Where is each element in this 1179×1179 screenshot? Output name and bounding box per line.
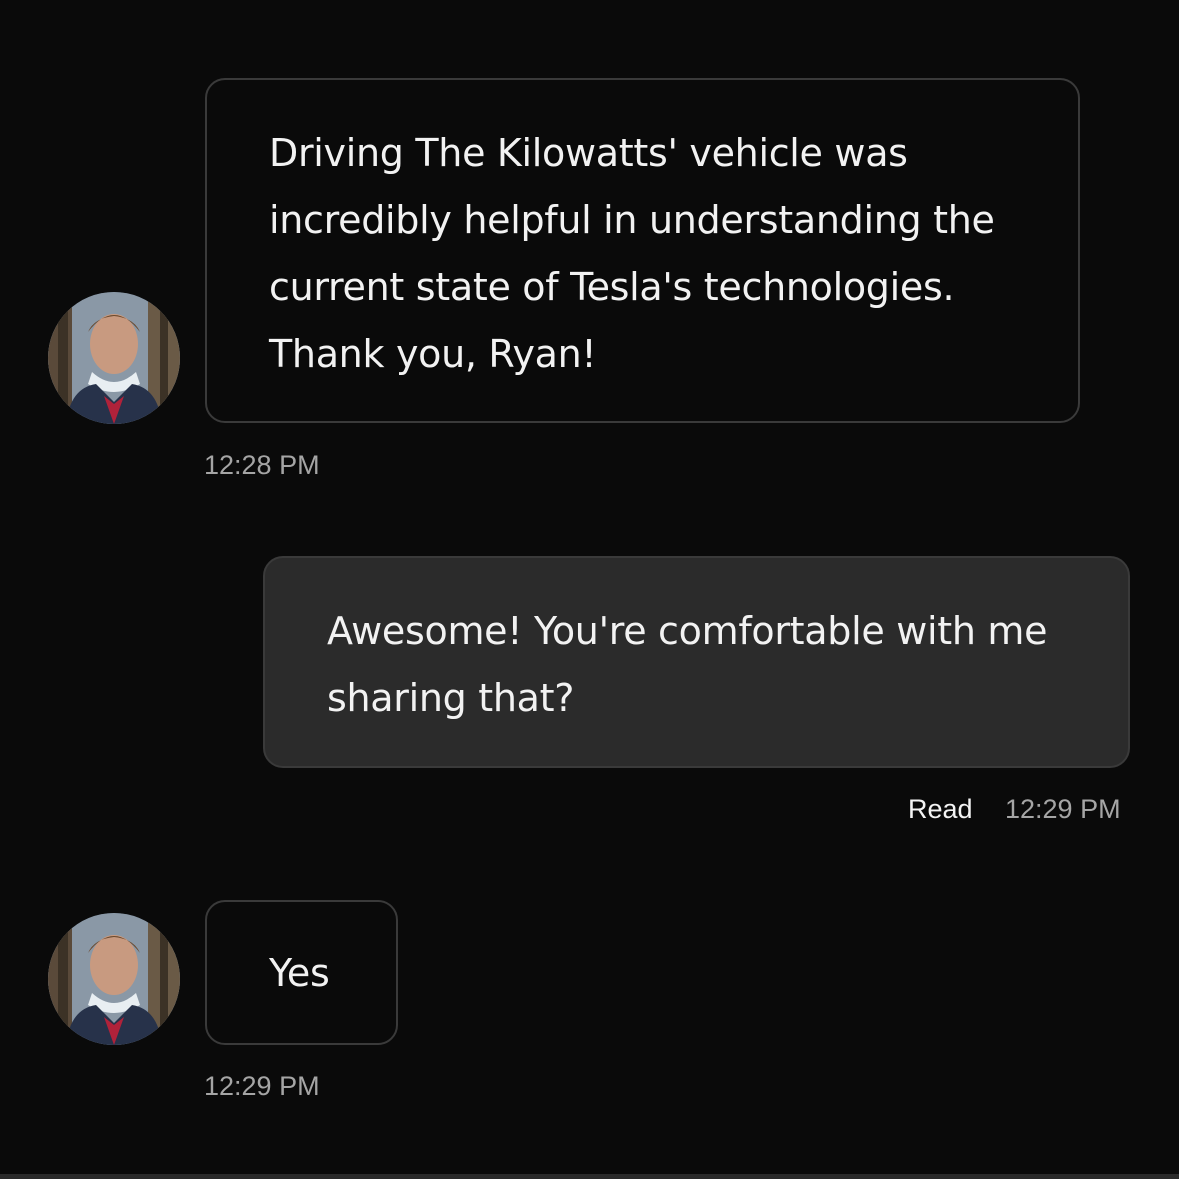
avatar-photo-icon [48, 913, 180, 1045]
message-bubble-incoming[interactable]: Yes [205, 900, 398, 1045]
avatar[interactable] [48, 913, 180, 1045]
message-bubble-outgoing[interactable]: Awesome! You're comfortable with me shar… [263, 556, 1130, 768]
message-text: Yes [269, 951, 330, 995]
message-timestamp: 12:29 PM [1005, 794, 1121, 824]
avatar-photo-icon [48, 292, 180, 424]
message-timestamp: 12:29 PM [204, 1071, 320, 1101]
message-text: Awesome! You're comfortable with me shar… [327, 609, 1048, 720]
read-receipt: Read [908, 794, 973, 824]
message-bubble-incoming[interactable]: Driving The Kilowatts' vehicle was incre… [205, 78, 1080, 423]
avatar[interactable] [48, 292, 180, 424]
message-timestamp: 12:28 PM [204, 450, 320, 480]
bottom-divider [0, 1174, 1179, 1179]
message-text: Driving The Kilowatts' vehicle was incre… [269, 131, 995, 376]
